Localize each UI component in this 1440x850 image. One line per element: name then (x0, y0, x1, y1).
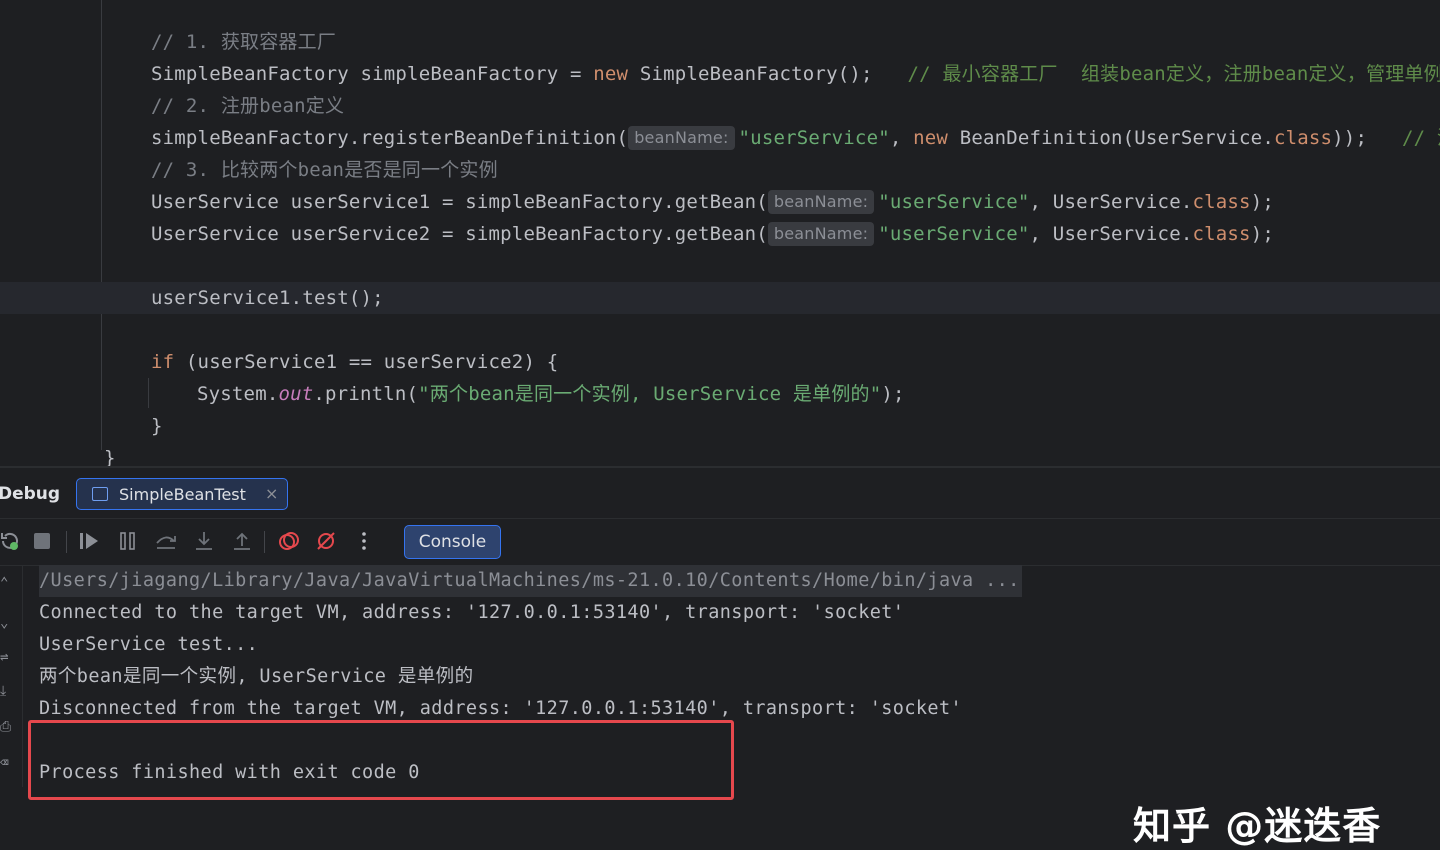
rerun-icon[interactable] (0, 527, 24, 555)
step-into-icon[interactable] (190, 527, 218, 555)
code-token: , UserService. (1029, 223, 1193, 245)
step-out-icon[interactable] (228, 527, 256, 555)
code-token: .println( (313, 383, 419, 405)
close-icon[interactable]: × (265, 484, 278, 503)
pause-icon[interactable] (114, 527, 142, 555)
debug-tool-window: Debug SimpleBeanTest × Console ⌃ ⌄ ⇌ ⤓ ⎙… (0, 466, 1440, 848)
indent-guide (148, 378, 149, 408)
code-token: , (889, 127, 914, 149)
code-token: // 1. 获取容器工厂 (151, 31, 337, 53)
code-token: SimpleBeanFactory(); (628, 63, 908, 85)
step-over-icon[interactable] (152, 527, 180, 555)
code-token: class (1192, 191, 1251, 213)
toolbar-divider (264, 531, 265, 553)
indent-guide (101, 0, 102, 450)
code-token: "userService" (878, 223, 1030, 245)
code-token: ); (1250, 191, 1274, 213)
code-token: new (593, 63, 629, 85)
more-options-icon[interactable] (350, 527, 378, 555)
parameter-hint: beanName: (767, 222, 875, 246)
code-token: out (278, 383, 314, 405)
console-line-command[interactable]: /Users/jiagang/Library/Java/JavaVirtualM… (39, 565, 1022, 597)
console-line: 两个bean是同一个实例, UserService 是单例的 (39, 666, 474, 687)
code-token: UserService userService1 = simpleBeanFac… (151, 191, 768, 213)
watermark: 知乎 @迷迭香 (1133, 804, 1382, 848)
parameter-hint: beanName: (628, 126, 735, 150)
code-token: new (913, 127, 949, 149)
code-token: // 2. 注册bean定义 (151, 95, 345, 117)
code-token: } (151, 415, 163, 437)
annotation-highlight-box (28, 720, 734, 800)
code-editor[interactable]: // 1. 获取容器工厂 SimpleBeanFactory simpleBea… (0, 0, 1440, 466)
console-line: UserService test... (39, 634, 259, 655)
code-token: , UserService. (1029, 191, 1193, 213)
view-breakpoints-icon[interactable] (275, 527, 303, 555)
resume-icon[interactable] (76, 527, 104, 555)
mute-breakpoints-icon[interactable] (312, 527, 340, 555)
code-token: "userService" (878, 191, 1030, 213)
code-token: // 注 (1402, 127, 1440, 149)
code-token: // 3. 比较两个bean是否是同一个实例 (151, 159, 498, 181)
debug-toolbar: Console (0, 519, 1440, 566)
tab-simple-bean-test[interactable]: SimpleBeanTest × (76, 478, 288, 510)
console-line: Connected to the target VM, address: '12… (39, 602, 905, 623)
code-token: class (1192, 223, 1251, 245)
parameter-hint: beanName: (767, 190, 875, 214)
code-token: if (151, 351, 175, 373)
code-token: BeanDefinition(UserService. (948, 127, 1274, 149)
code-token: )); (1332, 127, 1403, 149)
console-output[interactable]: /Users/jiagang/Library/Java/JavaVirtualM… (0, 565, 1440, 848)
tool-window-title: Debug (0, 484, 61, 504)
code-token: System. (197, 383, 279, 405)
code-token: class (1273, 127, 1333, 149)
tab-label: SimpleBeanTest (119, 485, 246, 504)
code-token: // 最小容器工厂 组装bean定义，注册bean定义，管理单例b (907, 63, 1440, 85)
code-token: UserService userService2 = simpleBeanFac… (151, 223, 768, 245)
tool-tab-bar: Debug SimpleBeanTest × (0, 468, 1440, 519)
code-token: simpleBeanFactory.registerBeanDefinition… (151, 127, 629, 149)
code-token: ); (1250, 223, 1274, 245)
console-run-icon (92, 487, 108, 501)
code-token: "两个bean是同一个实例, UserService 是单例的" (418, 383, 882, 405)
code-token: ); (881, 383, 905, 405)
code-token: } (104, 447, 116, 466)
code-token: userService1.test(); (151, 287, 384, 309)
stop-icon[interactable] (28, 527, 56, 555)
code-token: SimpleBeanFactory simpleBeanFactory = (151, 63, 594, 85)
code-token: (userService1 == userService2) { (174, 351, 559, 373)
code-line-current[interactable]: userService1.test(); (0, 282, 1440, 314)
toolbar-divider (66, 531, 67, 553)
code-token: "userService" (738, 127, 890, 149)
console-tab-button[interactable]: Console (404, 525, 501, 559)
